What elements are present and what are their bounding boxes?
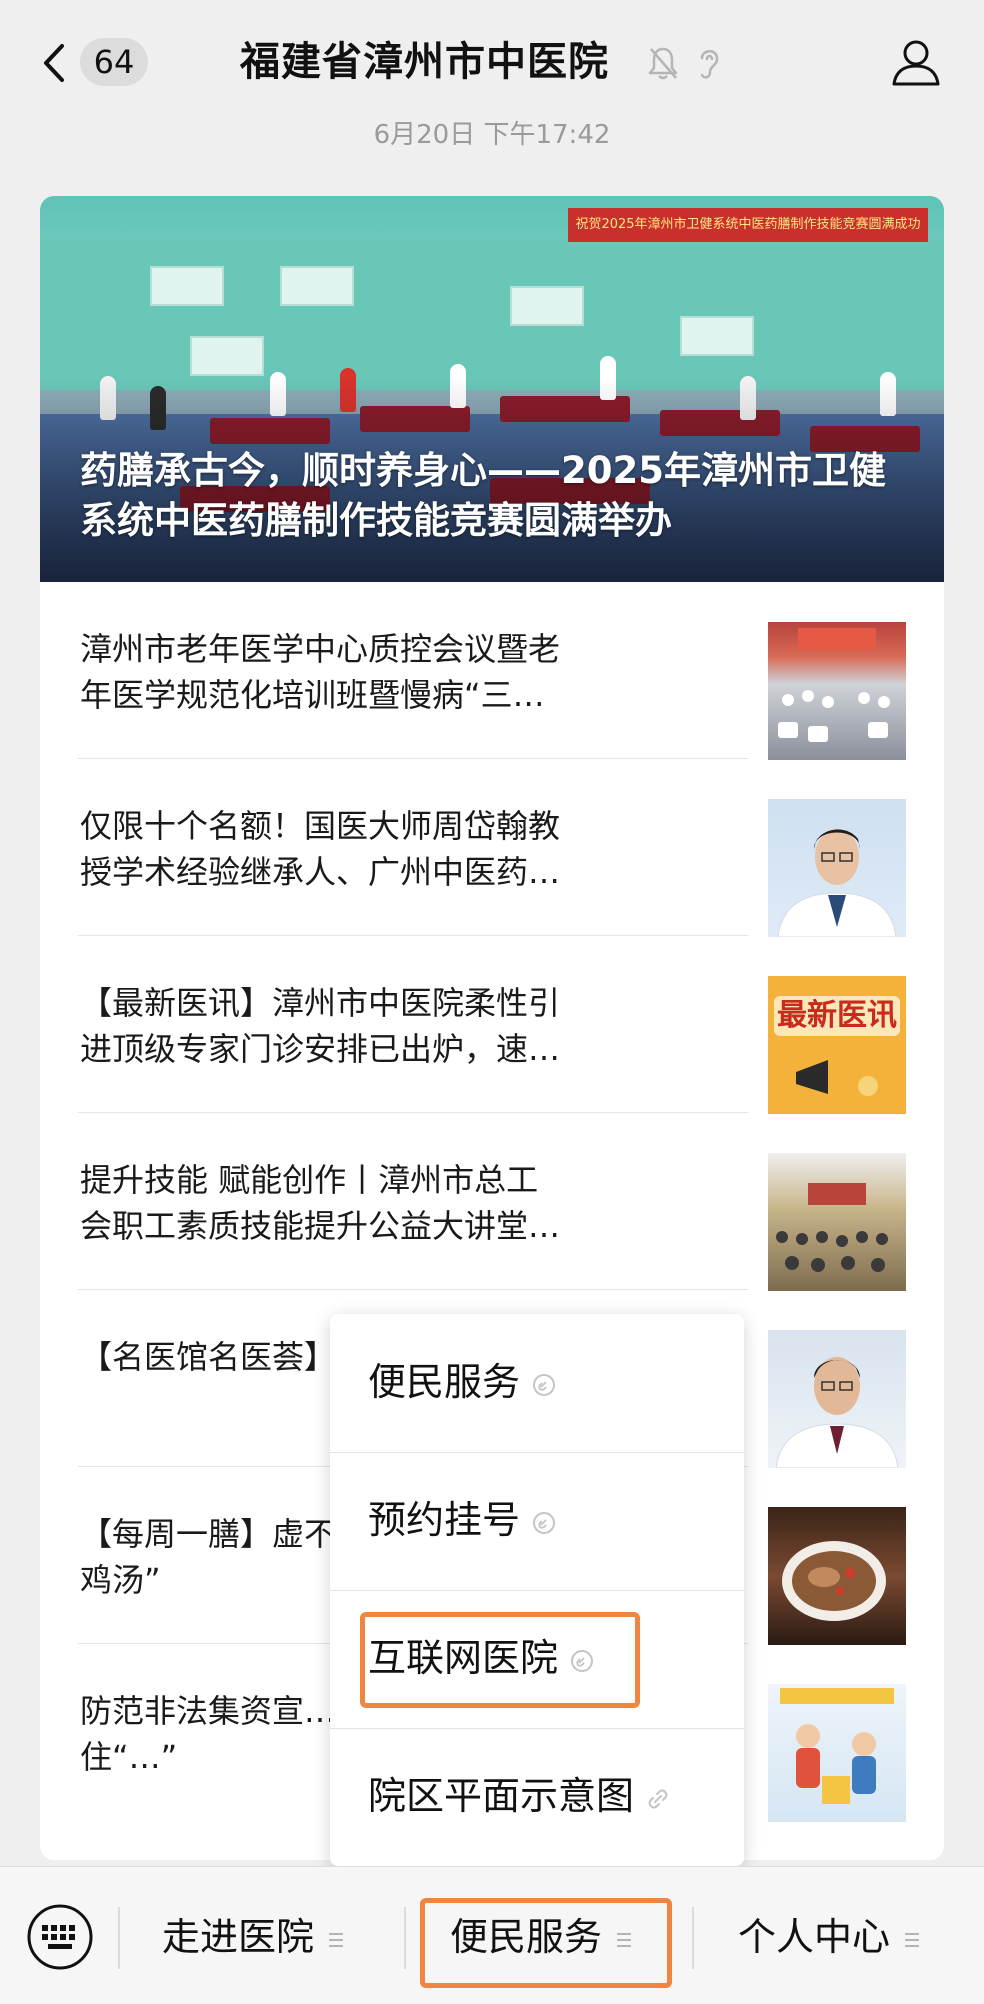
menu-separator <box>118 1907 120 1969</box>
article-item[interactable]: 仅限十个名额！国医大师周岱翰教授学术经验继承人、广州中医药大学第一… <box>40 759 944 937</box>
cartoon-poster <box>780 1688 894 1804</box>
menu-item-campus-map[interactable]: 院区平面示意图 <box>330 1728 744 1866</box>
link-icon <box>533 1511 556 1534</box>
menu-item-label: 院区平面示意图 <box>368 1774 635 1818</box>
hero-photo-window <box>510 286 584 326</box>
soup-photo <box>782 1541 886 1621</box>
highlight-box-internet-hospital <box>360 1612 640 1708</box>
menu-item-convenience-service[interactable]: 便民服务 <box>330 1314 744 1452</box>
article-title: 漳州市老年医学中心质控会议暨老年医学规范化培训班暨慢病“三师共管”高… <box>80 630 561 714</box>
article-thumbnail-poster <box>768 1684 906 1822</box>
article-thumbnail-conference <box>768 622 906 760</box>
menu-tab-personal-center[interactable]: 个人中心 <box>738 1907 920 1967</box>
article-thumbnail-soup <box>768 1507 906 1645</box>
hero-photo-window <box>280 266 354 306</box>
hero-article-title: 药膳承古今，顺时养身心——2025年漳州市卫健系统中医药膳制作技能竞赛圆满举办 <box>80 449 886 542</box>
hero-photo-window <box>680 316 754 356</box>
mute-bell-icon <box>648 47 678 80</box>
menu-separator <box>404 1907 406 1969</box>
hero-photo-banner: 祝贺2025年漳州市卫健系统中医药膳制作技能竞赛圆满成功 <box>568 208 928 242</box>
menu-tab-label: 走进医院 <box>162 1915 315 1959</box>
article-item[interactable]: 漳州市老年医学中心质控会议暨老年医学规范化培训班暨慢病“三师共管”高… <box>40 582 944 760</box>
article-title: 仅限十个名额！国医大师周岱翰教授学术经验继承人、广州中医药大学第一… <box>80 807 561 891</box>
doctor-portrait-photo <box>777 829 897 937</box>
lecture-hall-photo <box>776 1183 888 1272</box>
article-title: 【最新医讯】漳州市中医院柔性引进顶级专家门诊安排已出炉，速速约起~ <box>80 984 561 1068</box>
megaphone-icon <box>796 1060 878 1096</box>
hero-photo-wall <box>40 240 944 390</box>
hero-photo-window <box>190 336 264 376</box>
menu-item-label: 便民服务 <box>368 1360 521 1404</box>
link-icon <box>533 1373 556 1396</box>
profile-icon[interactable] <box>890 36 942 88</box>
article-thumbnail-lecture <box>768 1153 906 1291</box>
menu-tab-label: 个人中心 <box>738 1915 891 1959</box>
menu-separator <box>692 1907 694 1969</box>
back-arrow-icon[interactable] <box>38 40 74 86</box>
hero-photo-window <box>150 266 224 306</box>
article-thumbnail-news: 最新医讯 <box>768 976 906 1114</box>
article-item[interactable]: 【最新医讯】漳州市中医院柔性引进顶级专家门诊安排已出炉，速速约起~ 最新医讯 <box>40 936 944 1114</box>
submenu-lines-icon <box>329 1932 344 1947</box>
article-thumbnail-doctor <box>768 1330 906 1468</box>
article-title: 提升技能 赋能创作丨漳州市总工会职工素质技能提升公益大讲堂解锁短视频… <box>80 1161 561 1245</box>
conference-photo <box>778 628 890 742</box>
chat-header: 64 福建省漳州市中医院 6月20日 下午17:42 <box>0 0 984 150</box>
message-timestamp: 6月20日 下午17:42 <box>373 120 611 150</box>
earpiece-icon <box>700 50 719 79</box>
article-item[interactable]: 提升技能 赋能创作丨漳州市总工会职工素质技能提升公益大讲堂解锁短视频… <box>40 1113 944 1291</box>
unread-count-badge[interactable]: 64 <box>80 38 148 86</box>
account-title: 福建省漳州市中医院 <box>240 39 609 85</box>
menu-item-appointment[interactable]: 预约挂号 <box>330 1452 744 1590</box>
hero-article[interactable]: 祝贺2025年漳州市卫健系统中医药膳制作技能竞赛圆满成功 药膳承古今，顺时养身心… <box>40 196 944 582</box>
menu-item-label: 预约挂号 <box>368 1498 521 1542</box>
highlight-box-convenience-service-tab <box>420 1898 672 1988</box>
service-popup-menu: 便民服务 预约挂号 互联网医院 院区平面示意图 <box>330 1314 744 1866</box>
menu-tab-about-hospital[interactable]: 走进医院 <box>162 1907 344 1967</box>
submenu-lines-icon <box>905 1932 920 1947</box>
keyboard-icon[interactable] <box>26 1903 94 1971</box>
doctor-portrait-photo <box>775 1357 899 1468</box>
link-icon <box>648 1789 668 1808</box>
article-thumbnail-doctor <box>768 799 906 937</box>
